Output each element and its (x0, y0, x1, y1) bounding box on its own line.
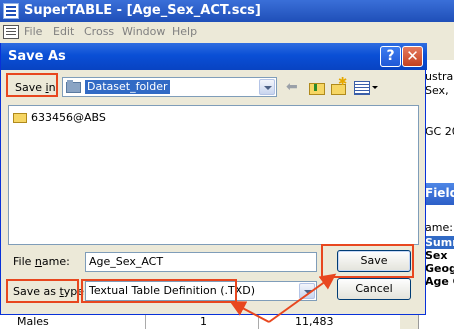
save-in-label: Save in: (15, 81, 59, 94)
file-list[interactable]: 633456@ABS (8, 105, 419, 245)
save-button[interactable]: Save (337, 250, 411, 272)
save-in-value: Dataset_folder (85, 80, 170, 94)
list-item-label: 633456@ABS (31, 111, 106, 124)
app-title-bar: SuperTABLE - [Age_Sex_ACT.scs] (0, 0, 454, 22)
file-name-input[interactable]: Age_Sex_ACT (85, 252, 317, 272)
chevron-down-icon[interactable] (299, 283, 315, 299)
view-menu-icon[interactable] (353, 79, 379, 95)
file-name-label: File name: (13, 255, 70, 268)
folder-icon (66, 80, 81, 93)
row-count: 1 (200, 315, 207, 328)
menu-window[interactable]: Window (122, 25, 165, 38)
close-button[interactable]: ✕ (402, 46, 423, 67)
new-folder-icon[interactable] (330, 75, 348, 95)
label-part: Save as (13, 285, 60, 298)
summary-line: ustra (425, 70, 454, 83)
menu-edit[interactable]: Edit (53, 25, 74, 38)
summary-line: GC 20 (425, 125, 454, 138)
app-icon (3, 3, 19, 19)
row-label: Males (17, 315, 49, 328)
label-accesskey: n (34, 255, 42, 268)
cancel-button[interactable]: Cancel (337, 278, 411, 300)
app-title: SuperTABLE - [Age_Sex_ACT.scs] (24, 3, 261, 18)
save-as-type-value: Textual Table Definition (.TXD) (89, 284, 256, 297)
document-icon[interactable] (3, 25, 19, 39)
folder-icon (13, 113, 27, 123)
menu-help[interactable]: Help (172, 25, 197, 38)
chevron-down-icon[interactable] (259, 79, 275, 95)
menu-file[interactable]: File (24, 25, 42, 38)
back-arrow-icon[interactable]: ⬅ (286, 79, 304, 95)
save-as-type-label: Save as type: (13, 285, 88, 298)
label-part: ame: (41, 255, 70, 268)
label-part: Save (15, 81, 46, 94)
row-value: 11,483 (295, 315, 334, 328)
help-button[interactable]: ? (380, 46, 401, 67)
menu-cross[interactable]: Cross (84, 25, 114, 38)
summary-line: Sex, (425, 84, 449, 97)
save-in-dropdown[interactable]: Dataset_folder (62, 77, 277, 97)
app-menubar: File Edit Cross Window Help (0, 22, 454, 42)
cell-divider (145, 313, 146, 329)
save-as-dialog: Save As ? ✕ Save in: Dataset_folder ⬅ 63… (0, 43, 427, 315)
save-as-type-dropdown[interactable]: Textual Table Definition (.TXD) (85, 281, 317, 301)
fields-column-label: ame: (425, 221, 453, 234)
dialog-title: Save As (8, 49, 66, 64)
dialog-title-bar[interactable]: Save As ? ✕ (1, 43, 427, 70)
up-one-level-icon[interactable] (308, 79, 326, 95)
cell-divider (258, 313, 259, 329)
label-part: n: (48, 81, 60, 94)
screen: SuperTABLE - [Age_Sex_ACT.scs] File Edit… (0, 0, 454, 329)
label-part: File (13, 255, 35, 268)
